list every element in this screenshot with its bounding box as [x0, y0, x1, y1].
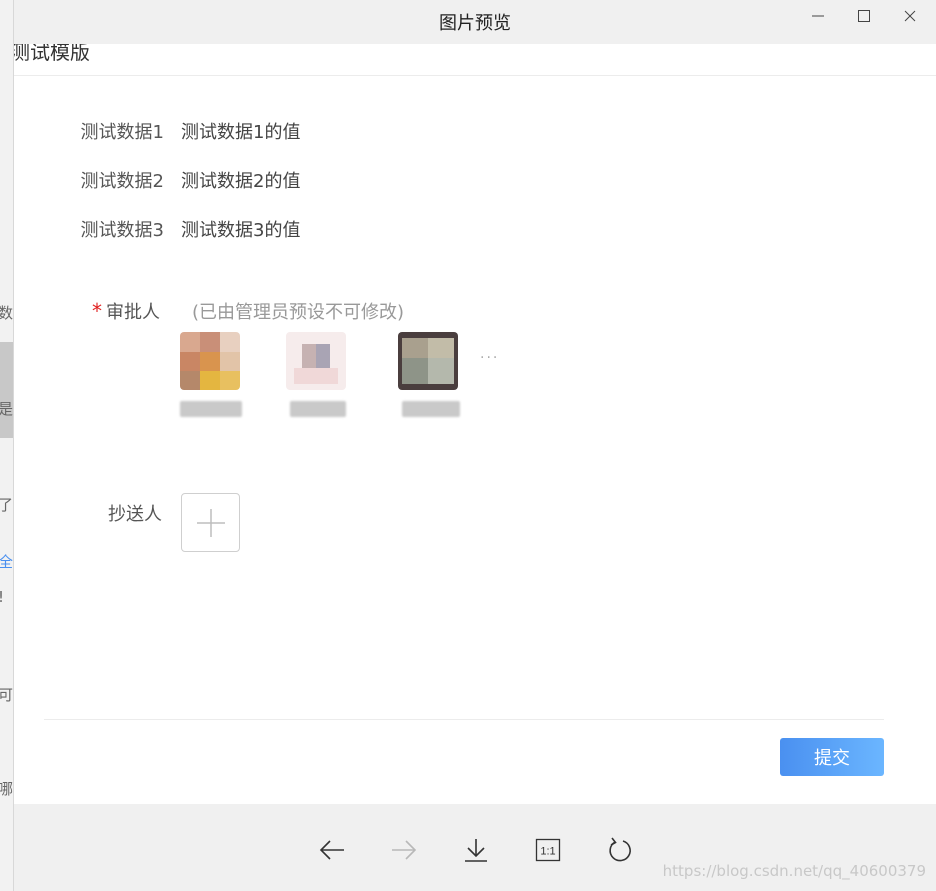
field-label: 测试数据2: [80, 171, 164, 192]
field-label: 测试数据3: [80, 220, 164, 241]
actual-size-icon: 1:1: [535, 838, 561, 862]
more-approvers-indicator: ···: [480, 350, 500, 366]
arrow-left-icon: [319, 840, 344, 860]
approver-note: (已由管理员预设不可修改): [192, 302, 405, 323]
avatar[interactable]: [286, 332, 346, 390]
avatar-name-redacted: [290, 401, 346, 417]
close-icon: [904, 10, 916, 22]
rotate-button[interactable]: [604, 834, 636, 866]
background-scroll-block: [0, 342, 13, 438]
field-label: 测试数据1: [80, 122, 164, 143]
approver-label-group: * 审批人: [92, 298, 160, 324]
document-title: 测试模版: [14, 44, 90, 64]
previous-button[interactable]: [316, 834, 348, 866]
background-fragment: 全: [0, 551, 13, 572]
field-value: 测试数据2的值: [181, 171, 301, 192]
footer-divider: [44, 719, 884, 720]
watermark: https://blog.csdn.net/qq_40600379: [662, 862, 926, 880]
submit-button[interactable]: 提交: [780, 738, 884, 776]
maximize-icon: [858, 10, 870, 22]
actual-size-label: 1:1: [540, 846, 555, 858]
actual-size-button[interactable]: 1:1: [532, 834, 564, 866]
document-header: 测试模版: [14, 44, 936, 76]
arrow-right-icon: [392, 840, 417, 860]
background-window-strip: 数 是 了 全 ! 可 哪: [0, 0, 14, 891]
cc-label: 抄送人: [108, 504, 162, 525]
avatar[interactable]: [398, 332, 458, 390]
field-value: 测试数据3的值: [181, 220, 301, 241]
add-cc-button[interactable]: [181, 493, 240, 552]
background-fragment: 可: [0, 684, 13, 705]
download-button[interactable]: [460, 834, 492, 866]
viewer-toolbar: 1:1 https://blog.csdn.net/qq_40600379: [14, 804, 936, 891]
required-marker: *: [92, 299, 102, 323]
avatar-name-redacted: [402, 401, 460, 417]
minimize-icon: [812, 15, 824, 17]
avatar-name-redacted: [180, 401, 242, 417]
avatar-image: [398, 332, 458, 390]
download-icon: [465, 839, 487, 862]
avatar-image: [180, 332, 240, 390]
background-fragment: !: [0, 588, 4, 606]
approver-label: 审批人: [106, 302, 160, 323]
rotate-icon: [609, 837, 631, 862]
background-fragment: 是: [0, 398, 13, 419]
background-fragment: 了: [0, 494, 13, 515]
next-button[interactable]: [388, 834, 420, 866]
background-fragment: 数: [0, 302, 13, 323]
title-bar: 图片预览: [14, 0, 936, 44]
plus-icon: [196, 508, 225, 537]
minimize-button[interactable]: [798, 4, 838, 28]
field-value: 测试数据1的值: [181, 122, 301, 143]
maximize-button[interactable]: [844, 4, 884, 28]
avatar-image: [286, 332, 346, 390]
preview-canvas: 测试模版 测试数据1 测试数据1的值 测试数据2 测试数据2的值 测试数据3 测…: [14, 44, 936, 804]
avatar[interactable]: [180, 332, 240, 390]
close-button[interactable]: [890, 4, 930, 28]
background-fragment: 哪: [0, 778, 13, 799]
